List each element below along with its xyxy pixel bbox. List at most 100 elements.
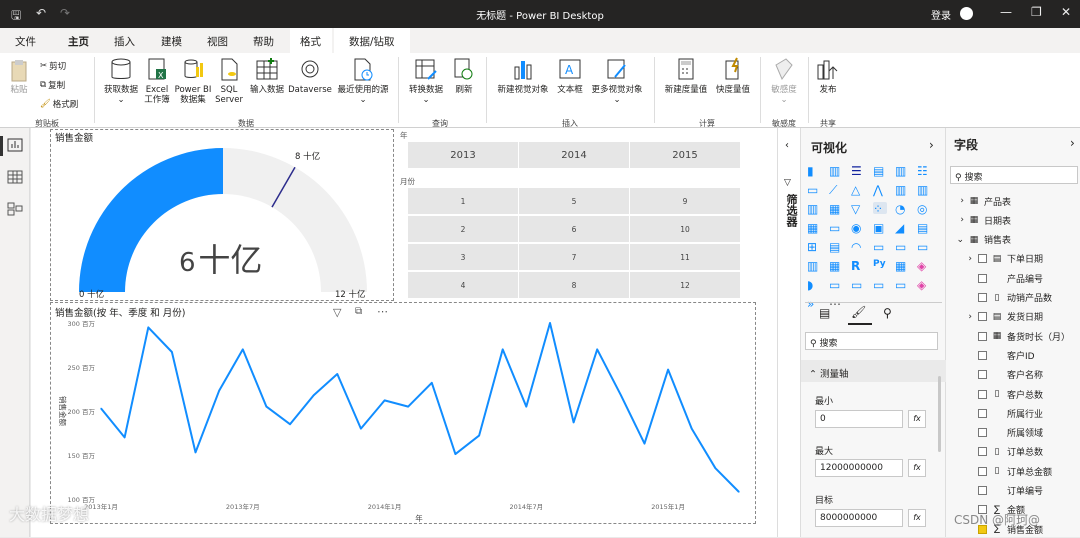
expand-chevron-icon[interactable]: ‹	[785, 140, 789, 151]
visual-type-icon[interactable]: ◗	[807, 278, 821, 292]
gauge-visual-type-icon[interactable]: ⁘	[873, 202, 887, 216]
report-view-icon[interactable]	[7, 138, 23, 152]
visual-type-icon[interactable]: ▥	[895, 183, 909, 197]
field-item[interactable]: 客户ID	[946, 346, 1080, 364]
field-item[interactable]: › ▤ 发货日期	[946, 308, 1080, 326]
minimize-icon[interactable]: —	[1000, 5, 1012, 19]
visual-type-icon[interactable]: ◢	[895, 221, 909, 235]
field-item[interactable]: › ▦ 产品表	[946, 192, 1080, 210]
copy-button[interactable]: ⧉ 复制	[40, 79, 65, 91]
visual-type-icon[interactable]: ◎	[917, 202, 931, 216]
scrollbar[interactable]	[938, 376, 941, 452]
new-measure-button[interactable]: 新建度量值	[660, 57, 712, 95]
field-item[interactable]: ▯ 订单总金额	[946, 462, 1080, 480]
field-checkbox[interactable]	[978, 350, 987, 360]
field-checkbox[interactable]	[978, 428, 987, 438]
enter-data-button[interactable]: 输入数据	[246, 57, 288, 95]
visual-type-icon[interactable]: ▭	[829, 221, 843, 235]
visual-type-icon[interactable]: Py	[873, 259, 887, 271]
fields-well-icon[interactable]: ▤	[819, 306, 830, 320]
visual-type-icon[interactable]: ▭	[807, 183, 821, 197]
sensitivity-button[interactable]: 敏感度 ⌄	[766, 57, 802, 105]
field-item[interactable]: ⌄ ▦ 销售表	[946, 231, 1080, 249]
visual-type-icon[interactable]: ⟋	[829, 183, 843, 197]
visual-type-icon[interactable]: ▦	[829, 259, 843, 273]
matrix-cell[interactable]: 12	[630, 272, 740, 298]
matrix-cell[interactable]: 2	[408, 216, 518, 242]
publish-button[interactable]: 发布	[814, 57, 842, 95]
fx-button[interactable]: fx	[908, 509, 926, 527]
visual-type-icon[interactable]: ▤	[873, 164, 887, 178]
visual-type-icon[interactable]: ▤	[829, 240, 843, 254]
quick-measure-button[interactable]: 快度量值	[712, 57, 754, 95]
collapse-chevron-icon[interactable]: ›	[1070, 136, 1075, 150]
format-paint-icon[interactable]: 🖌	[851, 305, 866, 319]
tab-view[interactable]: 视图	[207, 34, 228, 49]
visual-type-icon[interactable]: ◔	[895, 202, 909, 216]
visual-type-icon[interactable]: ▭	[873, 240, 887, 254]
min-input[interactable]: 0	[815, 410, 903, 428]
field-checkbox[interactable]	[978, 331, 987, 341]
matrix-cell[interactable]: 8	[519, 272, 629, 298]
format-painter-button[interactable]: 🖌 格式刷	[40, 98, 78, 110]
visual-type-icon[interactable]: ▭	[873, 278, 887, 292]
field-checkbox[interactable]	[978, 447, 987, 457]
tab-help[interactable]: 帮助	[253, 34, 274, 49]
matrix-cell[interactable]: 10	[630, 216, 740, 242]
visual-type-icon[interactable]: ⋯	[829, 297, 843, 311]
field-checkbox[interactable]	[978, 466, 987, 476]
visual-type-icon[interactable]: ▦	[807, 221, 821, 235]
visual-type-icon[interactable]: R	[851, 259, 865, 273]
fields-search-input[interactable]: ⚲ 搜索	[950, 166, 1078, 184]
expand-chevron-icon[interactable]: ›	[960, 312, 972, 322]
matrix-cell[interactable]: 4	[408, 272, 518, 298]
visual-type-icon[interactable]: ▥	[917, 183, 931, 197]
visual-type-icon[interactable]: ▣	[873, 221, 887, 235]
tab-format[interactable]: 格式	[290, 28, 332, 53]
visual-type-icon[interactable]: ◉	[851, 221, 865, 235]
expand-chevron-icon[interactable]: ›	[960, 254, 972, 264]
matrix-year-cell[interactable]: 2013	[408, 142, 518, 168]
field-checkbox[interactable]	[978, 293, 987, 302]
refresh-button[interactable]: 刷新	[450, 57, 478, 95]
field-item[interactable]: 所属领域	[946, 424, 1080, 442]
matrix-cell[interactable]: 11	[630, 244, 740, 270]
gauge-visual[interactable]: 销售金额 6 十亿 0 十亿 12 十亿 8 十亿	[50, 129, 394, 301]
tab-insert[interactable]: 插入	[114, 34, 135, 49]
field-checkbox[interactable]	[978, 273, 987, 283]
matrix-cell[interactable]: 6	[519, 216, 629, 242]
tab-modeling[interactable]: 建模	[161, 34, 182, 49]
field-item[interactable]: 所属行业	[946, 404, 1080, 422]
filters-pane[interactable]: ‹ ▽ 筛选器	[777, 128, 801, 537]
fx-button[interactable]: fx	[908, 410, 926, 428]
visual-type-icon[interactable]: ▥	[895, 164, 909, 178]
field-item[interactable]: 产品编号	[946, 269, 1080, 287]
close-icon[interactable]: ✕	[1061, 5, 1071, 19]
field-item[interactable]: › ▦ 日期表	[946, 211, 1080, 229]
tab-home[interactable]: 主页	[68, 34, 89, 55]
visual-type-icon[interactable]: ▭	[851, 278, 865, 292]
more-visuals-button[interactable]: 更多视觉对象 ⌄	[586, 57, 648, 105]
analytics-icon[interactable]: ⚲	[883, 306, 892, 320]
powerbi-dataset-button[interactable]: Power BI 数据集	[174, 57, 212, 105]
expand-chevron-icon[interactable]: ›	[952, 196, 964, 206]
visual-type-icon[interactable]: ▮	[807, 164, 821, 178]
data-view-icon[interactable]	[7, 170, 23, 184]
model-view-icon[interactable]	[7, 202, 23, 216]
visual-type-icon[interactable]: △	[851, 183, 865, 197]
expand-chevron-icon[interactable]: ›	[952, 215, 964, 225]
visual-type-icon[interactable]: ☰	[851, 164, 865, 178]
field-item[interactable]: 订单编号	[946, 482, 1080, 500]
expand-chevron-icon[interactable]: ⌄	[952, 235, 964, 245]
field-item[interactable]: › ▤ 下单日期	[946, 250, 1080, 268]
transform-data-button[interactable]: 转换数据 ⌄	[404, 57, 448, 105]
field-item[interactable]: ▦ 备货时长（月）	[946, 327, 1080, 345]
matrix-year-cell[interactable]: 2015	[630, 142, 740, 168]
visual-type-icon[interactable]: ▤	[917, 221, 931, 235]
field-checkbox[interactable]	[978, 312, 987, 322]
matrix-cell[interactable]: 1	[408, 188, 518, 214]
tab-file[interactable]: 文件	[15, 34, 36, 49]
visual-type-icon[interactable]: ▥	[807, 259, 821, 273]
visual-type-icon[interactable]: ▥	[807, 202, 821, 216]
matrix-cell[interactable]: 9	[630, 188, 740, 214]
